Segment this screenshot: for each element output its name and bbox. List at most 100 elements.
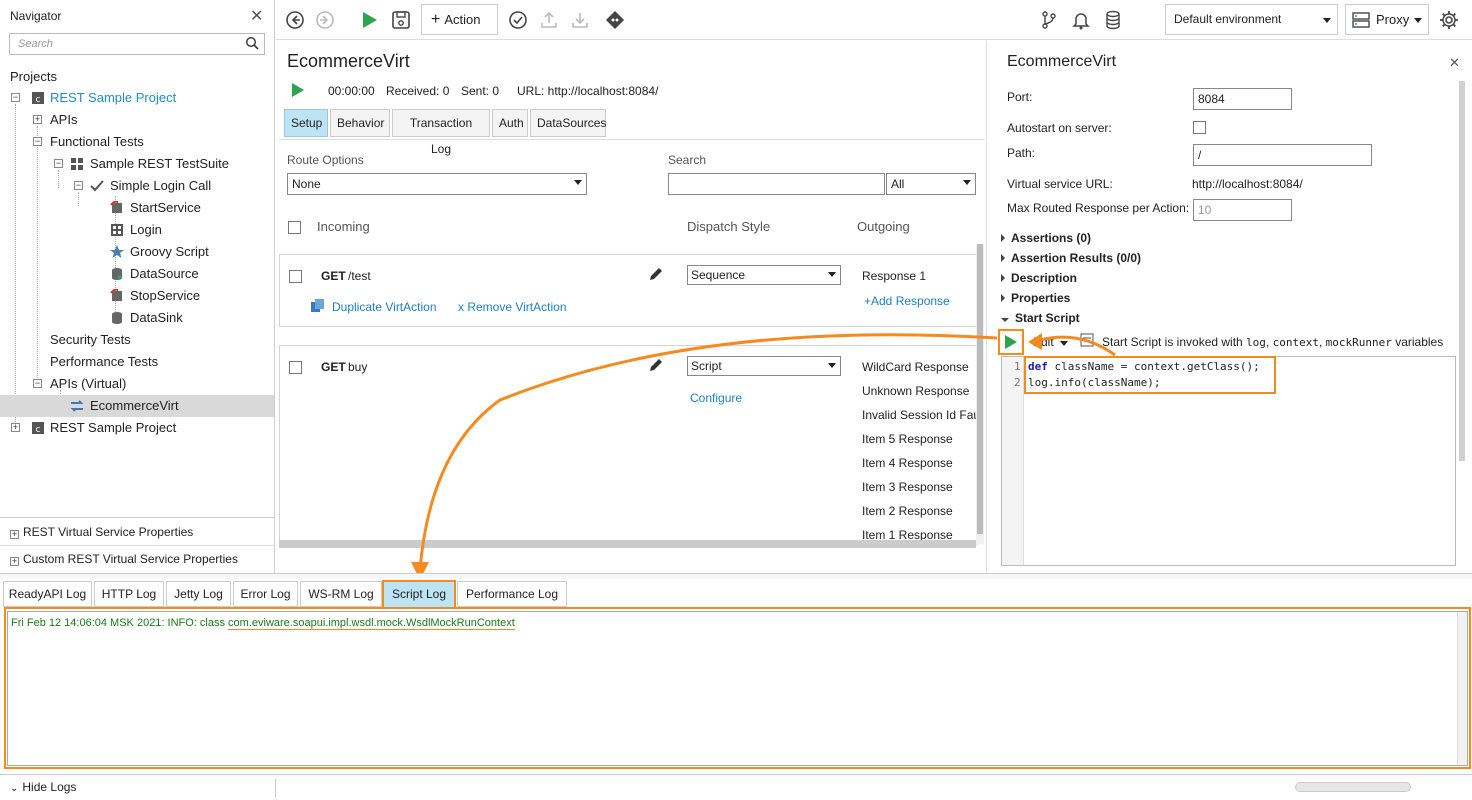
outgoing-response[interactable]: Item 5 Response	[862, 432, 953, 446]
environment-select[interactable]: Default environment	[1165, 4, 1338, 35]
tree-item-apis[interactable]: + APIs	[0, 109, 274, 131]
close-icon[interactable]: ✕	[250, 6, 263, 26]
tab-behavior[interactable]: Behavior	[330, 109, 390, 137]
proxy-button[interactable]: Proxy	[1345, 4, 1429, 35]
outgoing-response[interactable]: WildCard Response	[862, 360, 969, 374]
tab-performance-log[interactable]: Performance Log	[457, 581, 567, 607]
branch-icon[interactable]	[1038, 9, 1060, 31]
tab-auth[interactable]: Auth	[492, 109, 528, 137]
script-log-area[interactable]: Fri Feb 12 14:06:04 MSK 2021: INFO: clas…	[7, 611, 1468, 766]
tree-item-label: StartService	[130, 200, 201, 215]
chevron-down-icon	[1323, 18, 1331, 23]
outgoing-response[interactable]: Unknown Response	[862, 384, 969, 398]
tree-item-step[interactable]: DataSink	[0, 307, 274, 329]
timer: 00:00:00	[328, 84, 375, 98]
vertical-scrollbar[interactable]	[977, 244, 983, 534]
database-icon[interactable]	[1102, 9, 1124, 31]
gear-icon[interactable]	[1438, 9, 1460, 31]
tab-setup[interactable]: Setup	[284, 109, 328, 137]
chevron-down-icon	[828, 272, 836, 277]
tree-item-testcase[interactable]: − Simple Login Call	[0, 175, 274, 197]
sent-count: Sent: 0	[461, 84, 500, 98]
tree-item-virt[interactable]: EcommerceVirt	[0, 395, 274, 417]
outgoing-response[interactable]: Item 4 Response	[862, 456, 953, 470]
tree-item-functional-tests[interactable]: − Functional Tests	[0, 131, 274, 153]
tree-item-step[interactable]: StopService	[0, 285, 274, 307]
close-icon[interactable]: ✕	[1449, 55, 1460, 71]
search-icon[interactable]	[245, 36, 259, 50]
outgoing-response[interactable]: Invalid Session Id Faul	[862, 408, 978, 422]
outgoing-response[interactable]: Item 3 Response	[862, 480, 953, 494]
virt-icon	[70, 400, 84, 412]
remove-action-link[interactable]: x Remove VirtAction	[458, 300, 567, 314]
edit-pencil-icon[interactable]	[648, 266, 664, 282]
section-assertion-results[interactable]: Assertion Results (0/0)	[1001, 251, 1141, 265]
action-checkbox[interactable]	[289, 270, 302, 283]
outgoing-response[interactable]: Response 1	[862, 269, 926, 283]
autostart-checkbox[interactable]	[1193, 121, 1206, 134]
properties-row[interactable]: + REST Virtual Service Properties	[10, 525, 193, 539]
virt-editor: EcommerceVirt 00:00:00 Received: 0 Sent:…	[279, 41, 985, 573]
edit-dropdown[interactable]: Edit	[1033, 335, 1068, 349]
add-response-link[interactable]: +Add Response	[864, 294, 950, 308]
section-start-script[interactable]: Start Script	[1001, 311, 1080, 325]
tab-script-log[interactable]: Script Log	[382, 580, 456, 609]
outgoing-response[interactable]: Item 2 Response	[862, 504, 953, 518]
tree-item-step[interactable]: Groovy Script	[0, 241, 274, 263]
configure-link[interactable]: Configure	[690, 391, 742, 405]
tree-item-step[interactable]: StartService	[0, 197, 274, 219]
log-scrollbar[interactable]	[1457, 612, 1467, 765]
upload-icon[interactable]	[538, 9, 560, 31]
properties-row[interactable]: + Custom REST Virtual Service Properties	[10, 552, 238, 566]
git-diamond-icon[interactable]	[604, 9, 626, 31]
tree-item-testsuite[interactable]: − Sample REST TestSuite	[0, 153, 274, 175]
search-input[interactable]	[668, 173, 885, 195]
route-options-select[interactable]: None	[287, 173, 587, 195]
action-checkbox[interactable]	[289, 361, 302, 374]
tab-http-log[interactable]: HTTP Log	[94, 581, 164, 607]
check-circle-icon[interactable]	[507, 9, 529, 31]
properties-scrollbar[interactable]	[1459, 81, 1465, 461]
tree-item-security-tests[interactable]: Security Tests	[0, 329, 274, 351]
section-assertions[interactable]: Assertions (0)	[1001, 231, 1091, 245]
navigator-header: Navigator ✕	[0, 0, 274, 32]
dispatch-style-select[interactable]: Sequence	[687, 265, 841, 285]
save-icon[interactable]	[390, 9, 412, 31]
tab-error-log[interactable]: Error Log	[233, 581, 298, 607]
tree-item-performance-tests[interactable]: Performance Tests	[0, 351, 274, 373]
hide-logs-toggle[interactable]: ⌄ Hide Logs	[10, 780, 76, 794]
duplicate-action-link[interactable]: Duplicate VirtAction	[332, 300, 437, 314]
navigator-search-input[interactable]: Search	[9, 33, 265, 55]
section-description[interactable]: Description	[1001, 271, 1077, 285]
edit-pencil-icon[interactable]	[648, 357, 664, 373]
max-routed-input[interactable]: 10	[1193, 199, 1292, 221]
download-icon[interactable]	[569, 9, 591, 31]
tree-item-step[interactable]: Login	[0, 219, 274, 241]
back-icon[interactable]	[284, 9, 306, 31]
forward-icon[interactable]	[314, 9, 336, 31]
horizontal-scrollbar[interactable]	[279, 540, 976, 548]
tree-item-project[interactable]: + c REST Sample Project	[0, 417, 274, 439]
tab-wsrm-log[interactable]: WS-RM Log	[300, 581, 382, 607]
tree-item-project[interactable]: − c REST Sample Project	[0, 87, 274, 109]
select-all-checkbox[interactable]	[288, 221, 301, 234]
run-icon[interactable]	[291, 83, 305, 97]
section-properties[interactable]: Properties	[1001, 291, 1070, 305]
tree-item-apis-virtual[interactable]: − APIs (Virtual)	[0, 373, 274, 395]
script-editor[interactable]: 1 2 def className = context.getClass(); …	[1001, 356, 1456, 566]
path-input[interactable]: /	[1193, 144, 1372, 166]
script-run-button[interactable]	[998, 329, 1024, 355]
tab-datasources[interactable]: DataSources	[530, 109, 606, 137]
search-scope-select[interactable]: All	[886, 173, 976, 195]
dispatch-style-select[interactable]: Script	[687, 356, 841, 376]
path-label: Path:	[1007, 146, 1036, 160]
vertical-scrollbar-track[interactable]	[976, 244, 984, 544]
tab-jetty-log[interactable]: Jetty Log	[166, 581, 231, 607]
action-button[interactable]: + Action	[421, 4, 498, 35]
tab-transaction-log[interactable]: Transaction Log	[392, 109, 490, 156]
port-input[interactable]: 8084	[1193, 88, 1292, 110]
tree-item-step[interactable]: DataSource	[0, 263, 274, 285]
tab-readyapi-log[interactable]: ReadyAPI Log	[3, 581, 92, 607]
run-icon[interactable]	[358, 9, 380, 31]
bell-icon[interactable]	[1070, 9, 1092, 31]
